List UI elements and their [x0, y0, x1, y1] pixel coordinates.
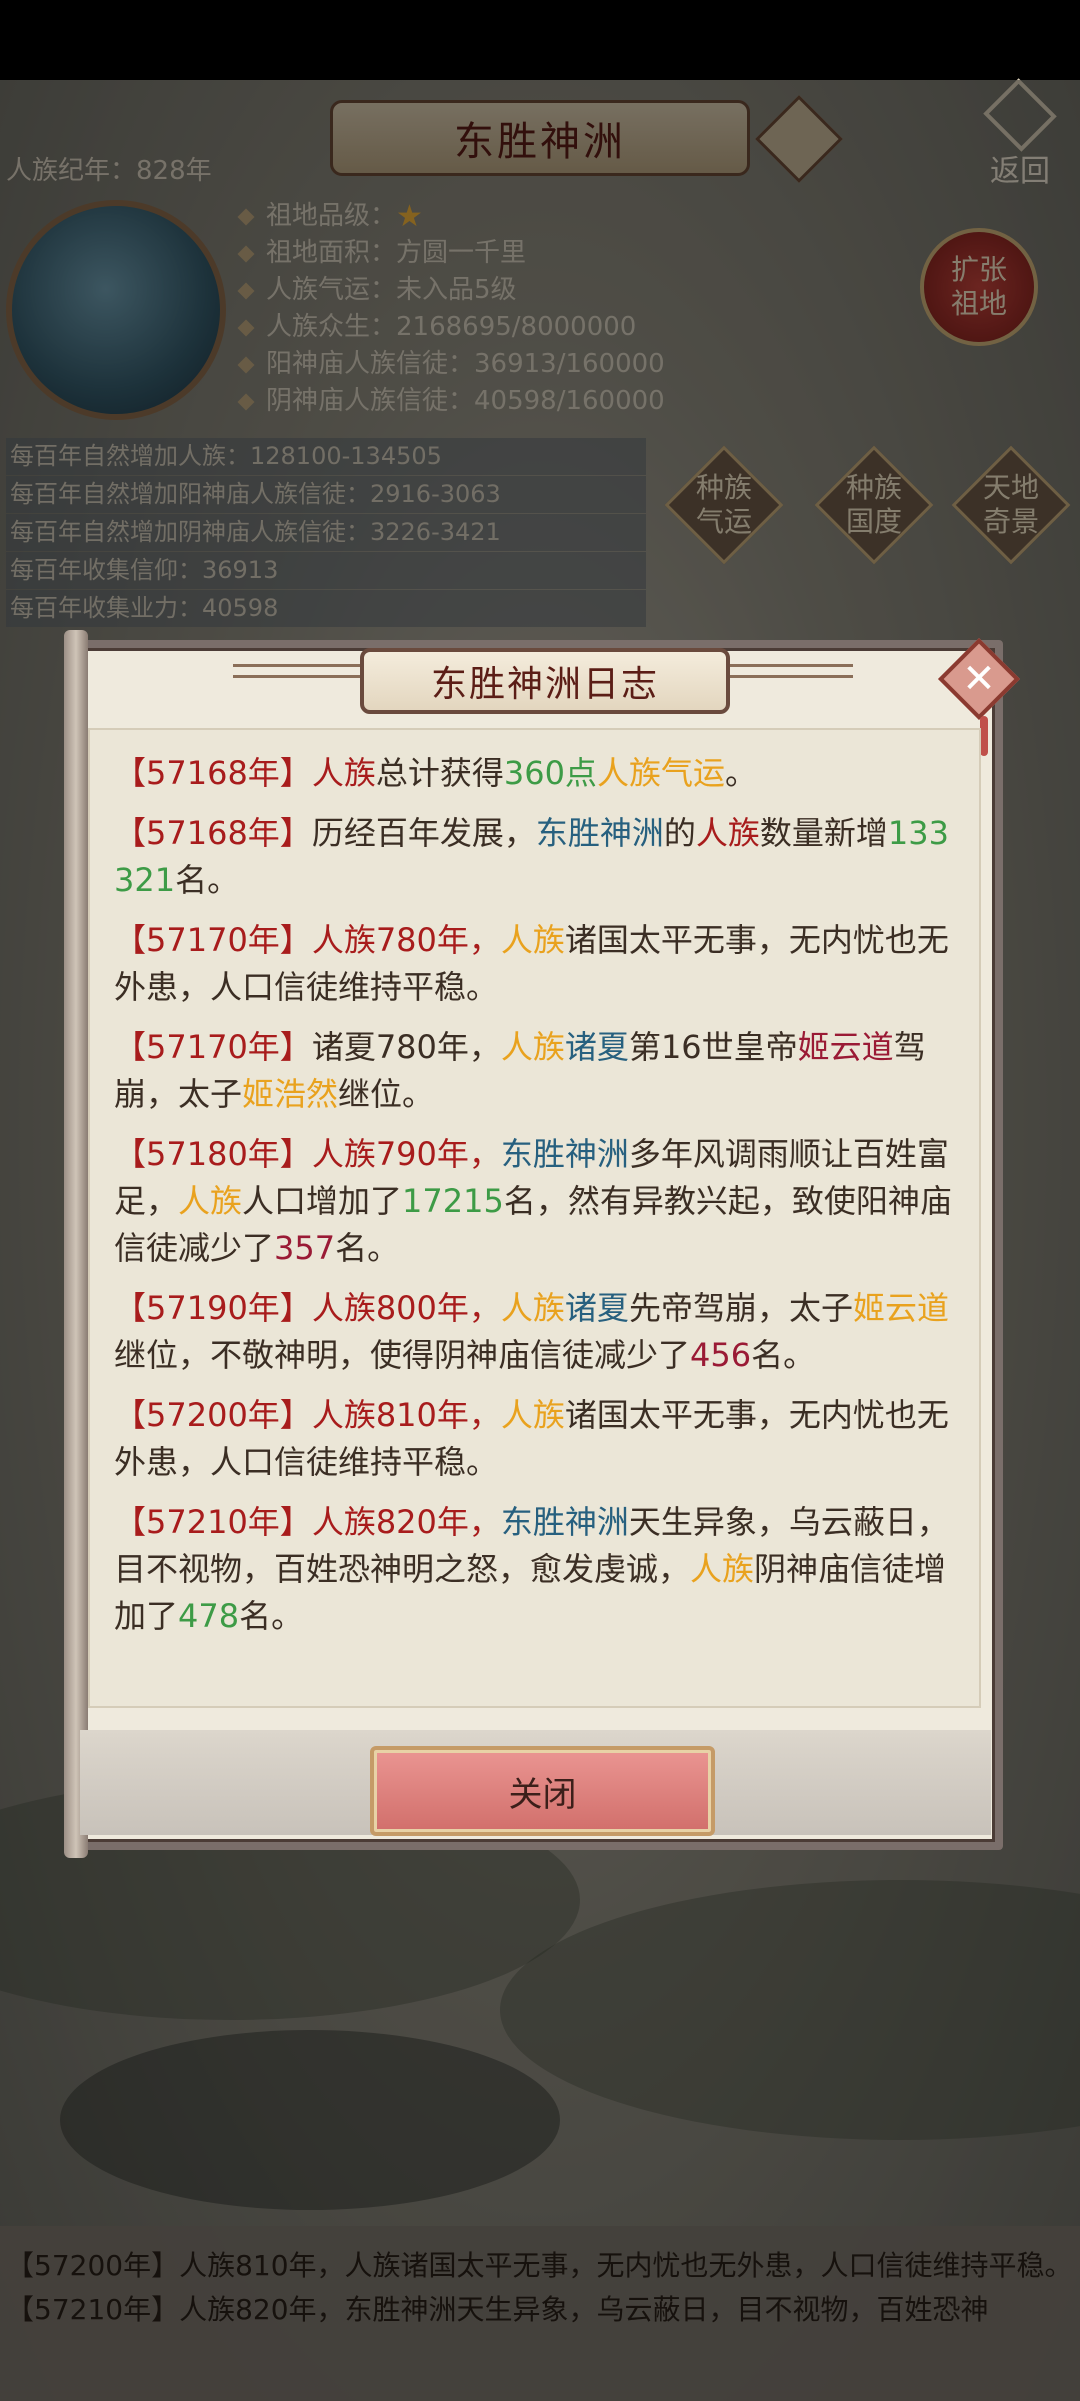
close-icon: ✕: [962, 656, 996, 702]
log-entry-segment: 人族800年，: [311, 1289, 501, 1327]
dialog-title: 东胜神洲日志: [360, 648, 730, 714]
log-entry-segment: 【57180年】: [114, 1135, 312, 1173]
log-entry-segment: 人口增加了: [242, 1182, 403, 1220]
log-entry-segment: 姬浩然: [242, 1075, 339, 1113]
log-entry-segment: 【57190年】: [114, 1289, 312, 1327]
log-entry-segment: 先帝驾崩，太子: [628, 1289, 853, 1327]
log-entry-segment: 数量新增: [759, 814, 888, 852]
log-entry-segment: 人族790年，: [311, 1135, 501, 1173]
log-entry-segment: 。: [724, 754, 757, 792]
log-entry-segment: 的: [663, 814, 696, 852]
log-entry-segment: 继位。: [338, 1075, 435, 1113]
scroll-rod-decoration: [64, 630, 88, 1858]
log-entry-segment: 人族: [500, 921, 565, 959]
log-entry-segment: 人族780年，: [311, 921, 501, 959]
log-entry: 【57180年】人族790年，东胜神洲多年风调雨顺让百姓富足，人族人口增加了17…: [114, 1131, 957, 1272]
log-entry-segment: 【57170年】: [114, 921, 312, 959]
log-entry-segment: 478: [178, 1597, 240, 1635]
log-entry-segment: 诸夏: [564, 1289, 629, 1327]
log-entry-segment: 名。: [239, 1597, 304, 1635]
log-entry-segment: 【57168年】: [114, 754, 312, 792]
log-entry-segment: 456: [690, 1336, 752, 1374]
log-entry: 【57168年】人族总计获得360点人族气运。: [114, 750, 957, 797]
log-entry-segment: 357: [274, 1229, 336, 1267]
tassel-decoration: [980, 716, 988, 756]
log-entry-segment: 名。: [175, 861, 240, 899]
close-button-label: 关闭: [508, 1774, 577, 1815]
log-entry-segment: 人族820年，: [311, 1503, 501, 1541]
log-entry-segment: 诸夏: [564, 1028, 629, 1066]
log-entry-segment: 【57200年】: [114, 1396, 312, 1434]
log-entry-segment: 人族: [178, 1182, 243, 1220]
log-entry-segment: 名。: [751, 1336, 816, 1374]
log-entry-segment: 17215: [402, 1182, 504, 1220]
log-entry-segment: 第16世皇帝: [628, 1028, 798, 1066]
log-entry-segment: 姬云道: [852, 1289, 949, 1327]
log-entry: 【57170年】诸夏780年，人族诸夏第16世皇帝姬云道驾崩，太子姬浩然继位。: [114, 1024, 957, 1118]
log-entry-segment: 人族: [695, 814, 760, 852]
log-entry: 【57200年】人族810年，人族诸国太平无事，无内忧也无外患，人口信徒维持平稳…: [114, 1392, 957, 1486]
log-entry-segment: 360点: [503, 754, 597, 792]
log-entry-segment: 名。: [335, 1229, 400, 1267]
log-entry-segment: 人族: [690, 1550, 755, 1588]
log-entry-segment: 人族: [311, 754, 376, 792]
log-entry-segment: 人族: [500, 1028, 565, 1066]
log-entry: 【57170年】人族780年，人族诸国太平无事，无内忧也无外患，人口信徒维持平稳…: [114, 917, 957, 1011]
log-entry-segment: 人族气运: [596, 754, 725, 792]
log-entry-segment: 姬云道: [797, 1028, 894, 1066]
log-entry: 【57168年】历经百年发展，东胜神洲的人族数量新增133321名。: [114, 810, 957, 904]
log-entry-segment: 继位，不敬神明，使得阴神庙信徒减少了: [114, 1336, 691, 1374]
log-entry: 【57190年】人族800年，人族诸夏先帝驾崩，太子姬云道继位，不敬神明，使得阴…: [114, 1285, 957, 1379]
log-entries-panel[interactable]: 【57168年】人族总计获得360点人族气运。 【57168年】历经百年发展，东胜…: [88, 728, 981, 1708]
log-entry-segment: 人族810年，: [311, 1396, 501, 1434]
log-entry-segment: 诸夏780年，: [311, 1028, 501, 1066]
log-entry: 【57210年】人族820年，东胜神洲天生异象，乌云蔽日，目不视物，百姓恐神明之…: [114, 1499, 957, 1640]
log-entry-segment: 东胜神洲: [500, 1503, 629, 1541]
log-dialog: 东胜神洲日志 ✕ 【57168年】人族总计获得360点人族气运。 【57168年】…: [64, 630, 1021, 1858]
log-entry-segment: 东胜神洲: [535, 814, 664, 852]
close-x-button[interactable]: ✕: [937, 637, 1021, 756]
log-entry-segment: 人族: [500, 1289, 565, 1327]
log-entry-segment: 【57170年】: [114, 1028, 312, 1066]
log-entry-segment: 东胜神洲: [500, 1135, 629, 1173]
log-entry-segment: 人族: [500, 1396, 565, 1434]
log-entry-segment: 【57210年】: [114, 1503, 312, 1541]
log-entry-segment: 总计获得: [375, 754, 504, 792]
log-entry-segment: 【57168年】: [114, 814, 312, 852]
close-button[interactable]: 关闭: [370, 1746, 715, 1836]
log-entry-segment: 历经百年发展，: [311, 814, 536, 852]
